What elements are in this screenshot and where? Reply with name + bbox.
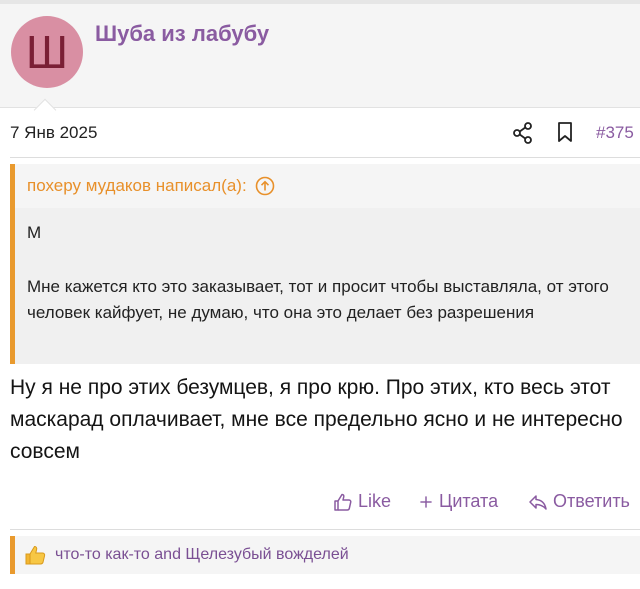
post-meta: 7 Янв 2025 #375 bbox=[0, 118, 640, 148]
meta-divider bbox=[10, 157, 640, 158]
like-button[interactable]: Like bbox=[333, 491, 391, 512]
reply-icon bbox=[529, 494, 547, 510]
actions-divider bbox=[10, 529, 640, 530]
quote-label: Цитата bbox=[439, 491, 499, 511]
post-date[interactable]: 7 Янв 2025 bbox=[10, 123, 97, 143]
quote-text-line: М bbox=[27, 223, 42, 242]
quote-text-paragraph: Мне кажется кто это заказывает, тот и пр… bbox=[27, 277, 609, 322]
post-header: Ш Шуба из лабубу bbox=[0, 4, 640, 122]
likes-bar[interactable]: что-то как-то and Щелезубый вожделей bbox=[10, 536, 640, 574]
bookmark-icon[interactable] bbox=[556, 121, 574, 143]
quote-button[interactable]: Цитата bbox=[418, 491, 498, 512]
thumbs-up-icon bbox=[334, 493, 352, 511]
reply-button[interactable]: Ответить bbox=[528, 491, 630, 512]
likes-text[interactable]: что-то как-то and Щелезубый вожделей bbox=[55, 546, 349, 564]
quote-author[interactable]: похеру мудаков написал(а): bbox=[27, 176, 247, 196]
arrow-up-circle-icon[interactable] bbox=[255, 176, 275, 196]
quote-body: М Мне кажется кто это заказывает, тот и … bbox=[15, 208, 640, 364]
avatar-letter: Ш bbox=[25, 26, 69, 78]
post-number[interactable]: #375 bbox=[596, 123, 634, 143]
like-label: Like bbox=[358, 491, 392, 511]
avatar[interactable]: Ш bbox=[11, 16, 83, 88]
username-link[interactable]: Шуба из лабубу bbox=[95, 21, 269, 47]
plus-icon bbox=[420, 495, 432, 508]
share-icon[interactable] bbox=[513, 122, 533, 144]
post-message: Ну я не про этих безумцев, я про крю. Пр… bbox=[10, 376, 623, 463]
post-actions: Like Цитата Ответить bbox=[0, 488, 640, 518]
quote-header[interactable]: похеру мудаков написал(а): bbox=[27, 176, 275, 196]
reply-label: Ответить bbox=[553, 491, 630, 511]
thumbs-up-emoji-icon bbox=[25, 545, 46, 565]
quote-block: похеру мудаков написал(а): М Мне кажется… bbox=[10, 164, 640, 364]
